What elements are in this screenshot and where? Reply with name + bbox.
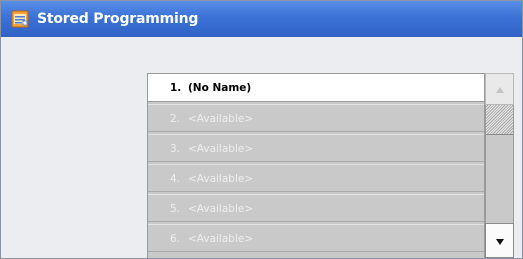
window-title: Stored Programming xyxy=(37,11,199,27)
stored-programming-icon xyxy=(11,10,29,28)
program-item-number: 5. xyxy=(170,203,181,215)
scrollbar-thumb[interactable] xyxy=(486,105,513,135)
program-item-6[interactable]: 6. <Available> xyxy=(148,224,484,252)
program-list: 1. (No Name) 2. <Available> 3. <Availabl… xyxy=(147,73,485,258)
triangle-up-icon xyxy=(496,87,504,93)
scroll-down-button[interactable] xyxy=(485,223,514,258)
program-item-3[interactable]: 3. <Available> xyxy=(148,134,484,162)
program-item-2[interactable]: 2. <Available> xyxy=(148,104,484,132)
program-item-1[interactable]: 1. (No Name) xyxy=(148,74,484,102)
program-item-label: <Available> xyxy=(188,173,254,185)
program-item-label: (No Name) xyxy=(188,82,252,94)
triangle-down-icon xyxy=(496,239,504,245)
program-item-number: 1. xyxy=(170,82,182,94)
program-item-5[interactable]: 5. <Available> xyxy=(148,194,484,222)
title-bar: Stored Programming xyxy=(1,1,522,37)
program-item-number: 4. xyxy=(170,173,181,185)
program-item-label: <Available> xyxy=(188,203,254,215)
program-item-number: 2. xyxy=(170,113,181,125)
program-item-number: 6. xyxy=(170,233,181,245)
stored-programming-window: Stored Programming 1. (No Name) 2. <Avai… xyxy=(0,0,523,259)
program-item-label: <Available> xyxy=(188,233,254,245)
program-item-label: <Available> xyxy=(188,143,254,155)
program-item-number: 3. xyxy=(170,143,181,155)
scrollbar-track[interactable] xyxy=(485,105,514,223)
program-item-label: <Available> xyxy=(188,113,254,125)
program-item-4[interactable]: 4. <Available> xyxy=(148,164,484,192)
scroll-up-button[interactable] xyxy=(485,73,514,105)
